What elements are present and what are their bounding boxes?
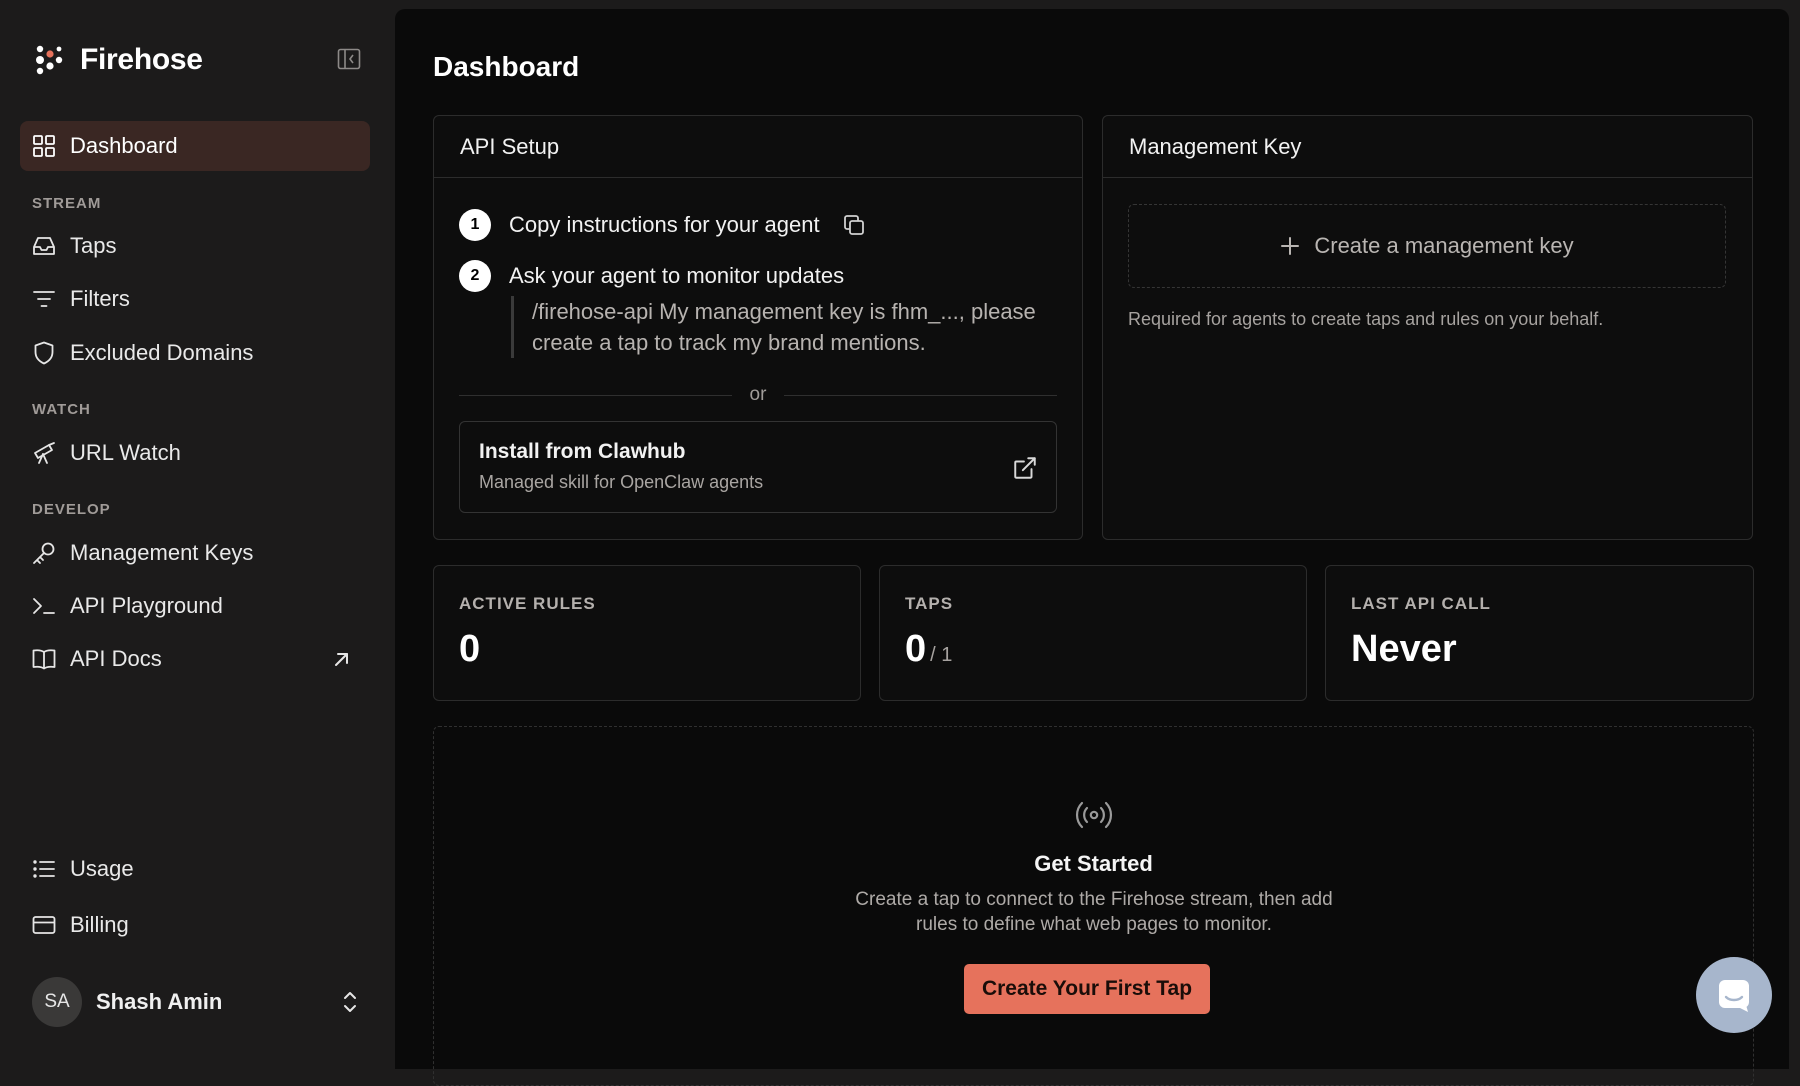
- section-label-stream: STREAM: [32, 195, 102, 212]
- plus-icon: [1281, 237, 1300, 255]
- sidebar-item-api-docs[interactable]: API Docs: [20, 634, 370, 684]
- stat-label: ACTIVE RULES: [459, 594, 596, 613]
- divider-line: [459, 394, 732, 396]
- step-copy-instructions: 1 Copy instructions for your agent: [459, 209, 866, 241]
- grid-icon: [32, 134, 56, 158]
- sidebar-item-label: Management Keys: [70, 540, 254, 565]
- create-first-tap-button[interactable]: Create Your First Tap: [964, 964, 1210, 1014]
- stat-card-active-rules: ACTIVE RULES 0: [433, 565, 861, 701]
- management-key-title: Management Key: [1103, 116, 1752, 178]
- stat-value: 0: [905, 628, 927, 670]
- chat-support-button[interactable]: [1696, 957, 1772, 1033]
- arrow-up-right-icon: [335, 653, 348, 666]
- sidebar-item-usage[interactable]: Usage: [20, 844, 370, 894]
- stat-value: 0: [459, 628, 481, 670]
- example-prompt: /firehose-api My management key is fhm_.…: [511, 296, 1041, 358]
- filter-icon: [32, 287, 56, 311]
- management-key-note: Required for agents to create taps and r…: [1128, 309, 1604, 329]
- sidebar-collapse-icon: [337, 48, 361, 70]
- broadcast-icon: [1075, 801, 1113, 829]
- sidebar-item-label: URL Watch: [70, 440, 181, 465]
- book-open-icon: [32, 647, 56, 671]
- firehose-logo-icon: [36, 45, 63, 75]
- create-management-key-button[interactable]: Create a management key: [1128, 204, 1726, 288]
- create-key-label: Create a management key: [1314, 233, 1574, 258]
- sidebar-item-taps[interactable]: Taps: [20, 221, 370, 271]
- sidebar: Firehose Dashboard STREAM Taps Filters E…: [0, 0, 395, 1060]
- sidebar-item-label: API Docs: [70, 646, 162, 671]
- step-text: Ask your agent to monitor updates: [509, 263, 845, 288]
- sidebar-item-billing[interactable]: Billing: [20, 900, 370, 950]
- page-title: Dashboard: [433, 51, 580, 82]
- user-menu[interactable]: SA Shash Amin: [32, 976, 362, 1028]
- get-started-description: Create a tap to connect to the Firehose …: [855, 889, 1333, 935]
- user-name: Shash Amin: [96, 989, 223, 1014]
- external-link-icon: [1014, 457, 1036, 479]
- key-icon: [32, 541, 56, 565]
- copy-icon[interactable]: [842, 213, 866, 237]
- sidebar-item-label: Billing: [70, 912, 129, 937]
- step-ask-agent: 2 Ask your agent to monitor updates: [459, 260, 844, 292]
- sidebar-item-dashboard[interactable]: Dashboard: [20, 121, 370, 171]
- stat-card-taps: TAPS 0/ 1: [879, 565, 1307, 701]
- install-title: Install from Clawhub: [479, 440, 686, 463]
- section-label-develop: DEVELOP: [32, 501, 111, 518]
- divider-line: [784, 394, 1057, 396]
- sidebar-item-label: Usage: [70, 856, 134, 881]
- sidebar-item-label: API Playground: [70, 593, 223, 618]
- api-setup-card: API Setup 1 Copy instructions for your a…: [433, 115, 1083, 540]
- sidebar-item-filters[interactable]: Filters: [20, 274, 370, 324]
- credit-card-icon: [32, 913, 56, 937]
- section-label-watch: WATCH: [32, 401, 91, 418]
- main-content: Dashboard API Setup 1 Copy instructions …: [395, 9, 1789, 1086]
- chat-icon: [1719, 980, 1749, 1012]
- stat-limit: / 1: [930, 644, 953, 666]
- or-divider: or: [459, 380, 1057, 410]
- step-number: 1: [459, 209, 491, 241]
- shield-icon: [32, 341, 56, 365]
- stat-label: LAST API CALL: [1351, 594, 1491, 613]
- brand[interactable]: Firehose: [32, 40, 203, 80]
- install-subtitle: Managed skill for OpenClaw agents: [479, 472, 764, 492]
- terminal-icon: [32, 594, 56, 618]
- get-started-panel: Get Started Create a tap to connect to t…: [433, 726, 1754, 1086]
- sidebar-item-label: Dashboard: [70, 133, 178, 158]
- telescope-icon: [32, 441, 56, 465]
- collapse-sidebar-button[interactable]: [334, 46, 364, 72]
- management-key-card: Management Key Create a management key R…: [1102, 115, 1753, 540]
- sidebar-item-label: Filters: [70, 286, 130, 311]
- sidebar-item-label: Excluded Domains: [70, 340, 254, 365]
- get-started-title: Get Started: [1034, 851, 1153, 876]
- sidebar-item-management-keys[interactable]: Management Keys: [20, 528, 370, 578]
- sidebar-item-label: Taps: [70, 233, 117, 258]
- api-setup-title: API Setup: [434, 116, 1082, 178]
- brand-name: Firehose: [80, 43, 203, 76]
- stat-card-last-api-call: LAST API CALL Never: [1325, 565, 1754, 701]
- install-from-clawhub-link[interactable]: Install from Clawhub Managed skill for O…: [459, 421, 1057, 513]
- step-text: Copy instructions for your agent: [509, 212, 820, 237]
- step-number: 2: [459, 260, 491, 292]
- stat-value-wrap: 0/ 1: [905, 628, 952, 671]
- sidebar-item-url-watch[interactable]: URL Watch: [20, 428, 370, 478]
- stat-label: TAPS: [905, 594, 954, 613]
- avatar: SA: [32, 977, 82, 1027]
- inbox-icon: [32, 234, 56, 258]
- stat-value: Never: [1351, 628, 1457, 670]
- chevrons-up-down-icon: [344, 992, 356, 1012]
- sidebar-item-excluded-domains[interactable]: Excluded Domains: [20, 328, 370, 378]
- or-label: or: [749, 384, 767, 405]
- list-icon: [32, 857, 56, 881]
- sidebar-item-api-playground[interactable]: API Playground: [20, 581, 370, 631]
